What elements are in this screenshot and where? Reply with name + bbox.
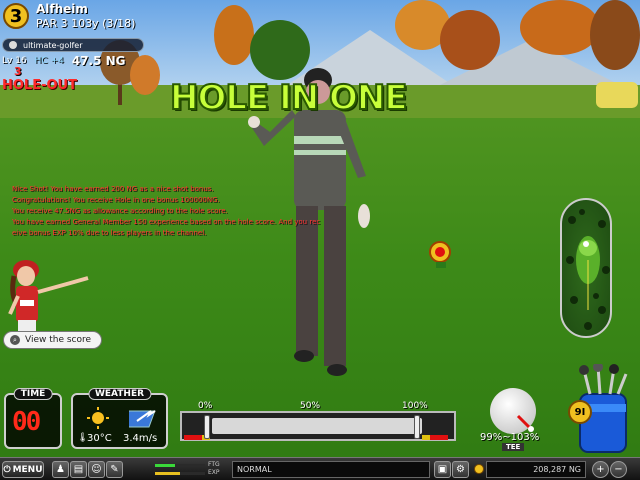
power-label-50: 50%	[300, 401, 321, 411]
coin-icon	[474, 464, 484, 474]
power-track	[212, 418, 422, 434]
chat-line: You have earned General Member 150 exper…	[12, 218, 321, 226]
zoom-in-icon[interactable]: +	[592, 461, 609, 478]
bottom-toolbar: ⏻ MENU ♟ ▤ ☺ ✎ FTG EXP NORMAL ▣ ⚙ 208,28…	[0, 457, 640, 480]
bush	[596, 82, 638, 108]
power-zone-red	[430, 435, 448, 440]
weather-panel: WEATHER 🌡 30°C 3.4m/s	[71, 388, 168, 449]
player-ng: 47.5 NG	[71, 54, 126, 68]
wind-direction-icon	[129, 410, 156, 428]
magnifier-icon: ⌕	[10, 335, 20, 345]
power-gauge	[180, 411, 456, 441]
hole-number-badge: 3	[3, 3, 29, 29]
tree	[214, 5, 254, 65]
weather-title: WEATHER	[87, 388, 152, 400]
tree	[520, 0, 600, 55]
tree	[440, 10, 500, 70]
course-name: Alfheim	[36, 2, 88, 16]
zoom-out-icon[interactable]: −	[610, 461, 627, 478]
player-stats: Lv 16 HC +4 47.5 NG	[2, 54, 142, 68]
caddie-avatar	[8, 260, 89, 332]
friends-icon[interactable]: ☺	[88, 461, 105, 478]
weather-wind: 3.4m/s	[123, 433, 158, 444]
hole-info: PAR 3 103y (3/18)	[36, 17, 136, 30]
holeout-label: HOLE-OUT	[2, 78, 77, 93]
hole-in-one-banner: HOLE IN ONE	[169, 77, 409, 119]
view-score-button[interactable]: ⌕ View the score	[3, 331, 102, 349]
exp-gauge	[155, 472, 205, 475]
chat-window-icon[interactable]: ▣	[434, 461, 451, 478]
course-minimap[interactable]	[560, 198, 612, 338]
time-title: TIME	[13, 388, 53, 400]
sun-icon	[87, 407, 109, 429]
stroke-count: 3	[14, 65, 22, 78]
character-icon[interactable]: ♟	[52, 461, 69, 478]
memo-icon[interactable]: ✎	[106, 461, 123, 478]
ftg-gauge-fill	[155, 464, 175, 467]
player-name: ultimate-golfer	[23, 40, 83, 50]
ftg-label: FTG	[208, 461, 220, 468]
money-display: 208,287 NG	[486, 461, 586, 478]
chat-line: Congratulations! You receive Hole in one…	[12, 196, 220, 204]
time-value: 00	[12, 407, 41, 437]
power-label-0: 0%	[198, 401, 213, 411]
chat-log: Nice Shot! You have earned 200 NG as a n…	[12, 184, 320, 239]
power-zone-red	[184, 435, 202, 440]
player-name-bar: ultimate-golfer	[2, 38, 144, 52]
inventory-icon[interactable]: ▤	[70, 461, 87, 478]
settings-gear-icon[interactable]: ⚙	[452, 461, 469, 478]
power-end-marker	[414, 415, 420, 439]
power-icon: ⏻	[3, 464, 11, 475]
tree	[590, 0, 640, 70]
tee-label: TEE	[502, 443, 525, 451]
impact-accuracy: 99%~103%	[480, 432, 540, 443]
view-score-label: View the score	[25, 335, 92, 345]
menu-label: MENU	[12, 464, 43, 475]
exp-gauge-fill	[155, 472, 180, 475]
impact-needle-icon	[516, 414, 534, 432]
power-zone-yellow	[422, 435, 430, 440]
menu-button[interactable]: ⏻ MENU	[2, 461, 44, 478]
club-badge[interactable]: 9I	[568, 400, 592, 424]
weather-temperature: 30°C	[87, 433, 112, 444]
hole-cup-icon	[429, 241, 451, 268]
chat-line: You receive 47.5NG as allowance accordin…	[12, 207, 228, 215]
minimap-course-icon	[566, 209, 610, 330]
exp-label: EXP	[208, 469, 220, 476]
chat-line: eive bonus EXP 10% due to less players i…	[12, 229, 207, 237]
time-panel: TIME 00	[4, 388, 62, 449]
chat-line: Nice Shot! You have earned 200 NG as a n…	[12, 185, 214, 193]
power-label-100: 100%	[402, 401, 428, 411]
player-handicap: HC +4	[34, 56, 64, 66]
player-status-icon	[9, 41, 17, 49]
ftg-gauge	[155, 464, 205, 467]
power-start-marker	[204, 415, 210, 439]
chat-mode-box[interactable]: NORMAL	[232, 461, 430, 478]
